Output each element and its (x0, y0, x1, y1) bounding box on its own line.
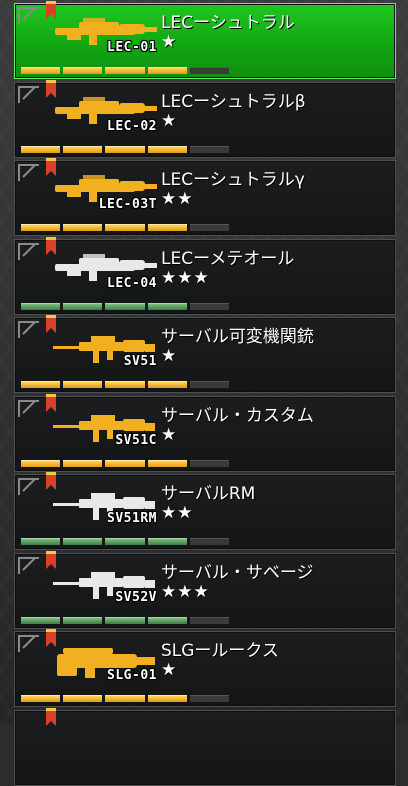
weapon-rarity-stars: ★ (161, 660, 178, 680)
weapon-name: サーバル・カスタム (161, 405, 314, 426)
weapon-level-bar (21, 145, 230, 153)
weapon-name: サーバルRM (161, 484, 256, 504)
weapon-level-bar (21, 381, 230, 388)
weapon-level-bar (21, 695, 230, 702)
weapon-rarity-stars: ★ (161, 424, 178, 445)
weapon-code: SV51C (115, 432, 157, 448)
weapon-list-item[interactable] (14, 707, 396, 786)
weapon-name: SLGールークス (161, 641, 279, 661)
weapon-rarity-stars: ★★★ (161, 267, 210, 288)
weapon-name: LECーシュトラル (161, 13, 295, 33)
weapon-name: LECーシュトラルγ (161, 170, 305, 190)
weapon-code: SLG-01 (107, 668, 157, 683)
weapon-level-bar (21, 616, 230, 624)
weapon-rarity-stars: ★★ (161, 503, 194, 523)
weapon-list-item[interactable]: SV51C サーバル・カスタム ★ (14, 393, 396, 472)
weapon-code: SV51RM (107, 511, 157, 526)
weapon-name: サーバル・サベージ (161, 562, 314, 583)
weapon-rarity-stars: ★★★ (161, 581, 210, 602)
bookmark-ribbon-icon (46, 707, 56, 726)
weapon-code: LEC-01 (107, 40, 157, 55)
weapon-level-bar (21, 302, 230, 310)
weapon-list-item[interactable]: LEC-02 LECーシュトラルβ ★ (14, 79, 396, 158)
weapon-level-bar (21, 67, 230, 74)
weapon-rarity-stars: ★ (161, 346, 178, 366)
weapon-list-item[interactable]: SV51RM サーバルRM ★★ (14, 472, 396, 550)
weapon-code: LEC-03T (98, 197, 157, 212)
weapon-list-item[interactable]: SV51 サーバル可変機関銃 ★ (14, 315, 396, 393)
weapon-list-item[interactable]: LEC-04 LECーメテオール ★★★ (14, 236, 396, 315)
weapon-level-bar (21, 459, 230, 467)
weapon-rarity-stars: ★ (161, 32, 178, 52)
weapon-rarity-stars: ★ (161, 110, 178, 131)
weapon-name: サーバル可変機関銃 (161, 327, 314, 347)
weapon-list-item[interactable]: LEC-03T LECーシュトラルγ ★★ (14, 158, 396, 236)
weapon-code: LEC-04 (107, 275, 157, 291)
weapon-list-item[interactable]: SLG-01 SLGールークス ★ (14, 629, 396, 707)
weapon-name: LECーメテオール (161, 248, 295, 269)
weapon-name: LECーシュトラルβ (161, 91, 306, 112)
weapon-list-item[interactable]: SV52V サーバル・サベージ ★★★ (14, 550, 396, 629)
weapon-level-bar (21, 224, 230, 231)
weapon-rarity-stars: ★★ (161, 189, 194, 209)
weapon-level-bar (21, 538, 230, 545)
weapon-list-item[interactable]: LEC-01 LECーシュトラル ★ (14, 1, 396, 79)
weapon-code: SV51 (123, 354, 157, 369)
weapon-code: SV52V (115, 589, 157, 605)
weapon-code: LEC-02 (107, 118, 157, 134)
